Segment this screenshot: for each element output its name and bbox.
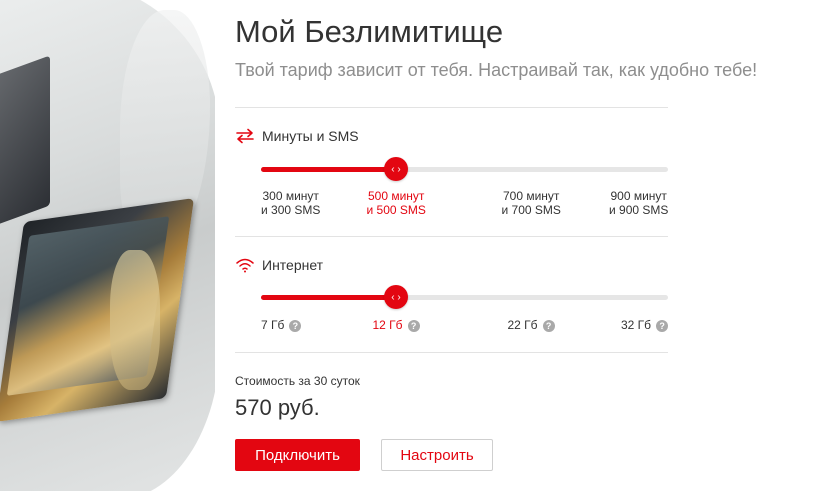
internet-slider-track[interactable]: ‹ › xyxy=(261,285,668,309)
divider xyxy=(235,107,668,108)
internet-option[interactable]: 12 Гб? xyxy=(373,318,420,332)
help-icon[interactable]: ? xyxy=(289,319,302,332)
chevron-left-right-icon: ‹ › xyxy=(391,291,401,303)
minutes-option-line2: и 500 SMS xyxy=(366,203,426,217)
internet-option[interactable]: 32 Гб? xyxy=(621,318,669,332)
internet-slider-thumb[interactable]: ‹ › xyxy=(384,285,408,309)
internet-option[interactable]: 22 Гб? xyxy=(508,318,555,332)
internet-option-label: 12 Гб xyxy=(372,318,403,332)
minutes-option-line1: 500 минут xyxy=(367,189,425,203)
minutes-slider-thumb[interactable]: ‹ › xyxy=(384,157,408,181)
hero-gold-accent xyxy=(110,250,160,390)
price-value: 570 руб. xyxy=(235,395,320,420)
internet-section-header: Интернет xyxy=(235,257,323,273)
divider xyxy=(235,236,668,237)
connect-button[interactable]: Подключить xyxy=(235,439,360,471)
minutes-slider-fill xyxy=(261,167,396,172)
hero-image xyxy=(0,0,215,491)
configure-button[interactable]: Настроить xyxy=(381,439,493,471)
divider xyxy=(235,352,668,353)
minutes-section-label: Минуты и SMS xyxy=(262,128,359,144)
minutes-option[interactable]: 300 минут и 300 SMS xyxy=(261,189,320,217)
hero-laptop xyxy=(0,55,50,235)
minutes-option-line1: 300 минут xyxy=(262,189,319,203)
help-icon[interactable]: ? xyxy=(542,319,555,332)
minutes-option-line1: 700 минут xyxy=(502,189,560,203)
internet-option-label: 7 Гб xyxy=(261,318,285,332)
arrows-exchange-icon xyxy=(236,128,254,144)
minutes-option[interactable]: 700 минут и 700 SMS xyxy=(502,189,561,217)
minutes-option[interactable]: 500 минут и 500 SMS xyxy=(367,189,426,217)
internet-option[interactable]: 7 Гб? xyxy=(261,318,302,332)
page-subtitle: Твой тариф зависит от тебя. Настраивай т… xyxy=(235,60,758,80)
minutes-option-line2: и 900 SMS xyxy=(609,203,669,217)
help-icon[interactable]: ? xyxy=(407,319,420,332)
price-label: Стоимость за 30 суток xyxy=(235,374,360,388)
minutes-section-header: Минуты и SMS xyxy=(235,128,359,144)
help-icon[interactable]: ? xyxy=(656,319,669,332)
minutes-slider-track[interactable]: ‹ › xyxy=(261,157,668,181)
minutes-option-line1: 900 минут xyxy=(610,189,667,203)
page-title: Мой Безлимитище xyxy=(235,14,504,49)
minutes-option[interactable]: 900 минут и 900 SMS xyxy=(609,189,668,217)
internet-slider-fill xyxy=(261,295,396,300)
internet-section-label: Интернет xyxy=(262,257,324,273)
wifi-icon xyxy=(236,258,254,273)
internet-option-label: 32 Гб xyxy=(621,318,652,332)
chevron-left-right-icon: ‹ › xyxy=(391,163,401,175)
minutes-option-line2: и 300 SMS xyxy=(261,203,321,217)
minutes-option-line2: и 700 SMS xyxy=(501,203,561,217)
internet-option-label: 22 Гб xyxy=(507,318,538,332)
